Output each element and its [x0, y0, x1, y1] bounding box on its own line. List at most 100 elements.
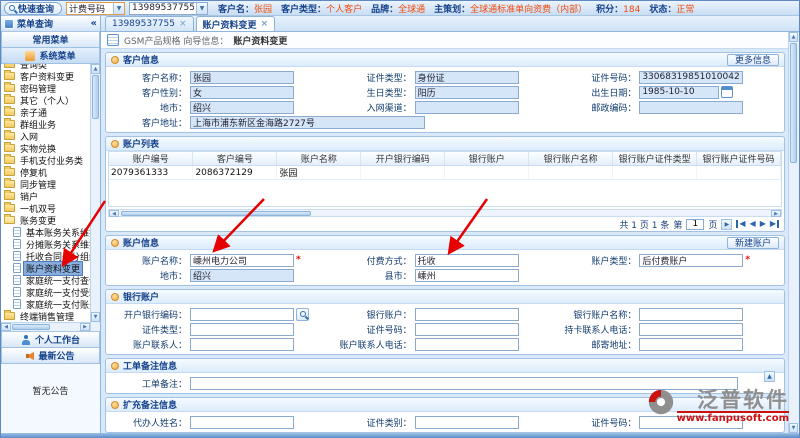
- field-input[interactable]: [414, 85, 519, 99]
- main-vertical-scrollbar[interactable]: ▲ ▼: [788, 32, 799, 433]
- query-number-combo[interactable]: ▼: [129, 1, 209, 15]
- field-input[interactable]: [639, 307, 744, 321]
- tree-item[interactable]: 家庭统一支付账务变更: [1, 298, 90, 311]
- field-input[interactable]: [190, 307, 294, 321]
- tree-item[interactable]: 入网: [1, 130, 90, 143]
- prev-page-icon[interactable]: ◀: [750, 220, 756, 228]
- tree-item[interactable]: 分摊账务关系维护: [1, 238, 90, 251]
- chevron-down-icon[interactable]: ▼: [196, 2, 208, 14]
- field-input[interactable]: [190, 415, 294, 429]
- tree-item[interactable]: 停复机: [1, 166, 90, 179]
- field-input[interactable]: [414, 337, 519, 351]
- new-account-button[interactable]: 新建账户: [726, 236, 779, 249]
- field-input[interactable]: [414, 253, 519, 267]
- tree-item[interactable]: 终端销售管理: [1, 310, 90, 323]
- table-row[interactable]: 2079361333 2086372129 张园: [109, 165, 781, 180]
- scroll-down-icon[interactable]: ▼: [789, 423, 798, 433]
- scroll-left-icon[interactable]: ◀: [109, 210, 119, 217]
- page-go-button[interactable]: ▶: [721, 218, 733, 230]
- tab-close-icon[interactable]: ×: [179, 19, 187, 29]
- field-input[interactable]: [414, 415, 519, 429]
- quick-query-button[interactable]: 快速查询: [4, 1, 63, 15]
- tab[interactable]: 账户资料变更 ×: [195, 16, 276, 31]
- chevron-down-icon[interactable]: ▼: [113, 2, 125, 14]
- tree-item[interactable]: 账户资料变更: [1, 260, 90, 276]
- field-input[interactable]: [190, 100, 294, 114]
- field-input[interactable]: [190, 322, 294, 336]
- next-page-icon[interactable]: ▶: [760, 220, 766, 228]
- field-input[interactable]: [414, 100, 519, 114]
- field-input[interactable]: [190, 268, 294, 282]
- tree-item[interactable]: 同步管理: [1, 178, 90, 191]
- query-type-input[interactable]: [67, 2, 114, 14]
- field-input[interactable]: [190, 337, 294, 351]
- scroll-down-icon[interactable]: ▼: [91, 312, 100, 322]
- scroll-right-icon[interactable]: ▶: [771, 210, 781, 217]
- tree-item[interactable]: 托收合同号分组维护: [1, 250, 90, 263]
- scrollbar-thumb[interactable]: [92, 75, 99, 119]
- scroll-right-icon[interactable]: ▶: [80, 323, 90, 331]
- scrollbar-thumb[interactable]: [12, 324, 50, 330]
- field-input[interactable]: [639, 322, 744, 336]
- table-header-cell[interactable]: 账户编号: [109, 152, 194, 166]
- query-number-input[interactable]: [130, 2, 197, 14]
- first-page-icon[interactable]: ◀: [736, 220, 746, 228]
- page-number-input[interactable]: [686, 218, 705, 230]
- field-input[interactable]: [639, 70, 744, 84]
- tree-item[interactable]: 账务变更: [1, 214, 90, 227]
- query-type-combo[interactable]: ▼: [66, 1, 126, 15]
- field-input[interactable]: [190, 85, 294, 99]
- field-input[interactable]: [414, 307, 519, 321]
- table-header-cell[interactable]: 银行账户名称: [528, 152, 614, 166]
- field-input[interactable]: [639, 337, 744, 351]
- tree-item[interactable]: 密码管理: [1, 82, 90, 95]
- scroll-up-icon[interactable]: ▲: [91, 64, 100, 74]
- field-input[interactable]: [414, 322, 519, 336]
- scroll-top-mini-button[interactable]: ▲: [764, 371, 775, 382]
- table-header-cell[interactable]: 银行账户: [444, 152, 530, 166]
- table-header-cell[interactable]: 银行账户证件号码: [696, 152, 781, 166]
- scrollbar-thumb[interactable]: [790, 43, 797, 163]
- tree-item[interactable]: 一机双号: [1, 202, 90, 215]
- latest-news-button[interactable]: 最新公告: [1, 348, 100, 364]
- tree-item[interactable]: 基本账务关系维护: [1, 226, 90, 239]
- field-input[interactable]: [190, 70, 294, 84]
- scroll-up-icon[interactable]: ▲: [789, 32, 798, 42]
- search-icon[interactable]: [296, 307, 309, 321]
- scrollbar-thumb[interactable]: [121, 211, 311, 216]
- tree-item[interactable]: 客户资料变更: [1, 70, 90, 83]
- field-input[interactable]: [414, 268, 519, 282]
- tree-item[interactable]: 亲子通: [1, 106, 90, 119]
- tree-item[interactable]: 家庭统一支付查询: [1, 274, 90, 287]
- common-menu-button[interactable]: 常用菜单: [1, 32, 100, 48]
- field-input[interactable]: [190, 376, 738, 390]
- tree-item[interactable]: 销户: [1, 190, 90, 203]
- more-info-button[interactable]: 更多信息: [726, 53, 779, 66]
- tree-horizontal-scrollbar[interactable]: ◀ ▶: [1, 322, 90, 331]
- field-input[interactable]: [190, 115, 425, 129]
- personal-workbench-button[interactable]: 个人工作台: [1, 332, 100, 348]
- system-menu-button[interactable]: 系统菜单: [1, 48, 100, 64]
- tree-item[interactable]: 家庭统一支付受理: [1, 286, 90, 299]
- tree-item[interactable]: 群组业务: [1, 118, 90, 131]
- field-input[interactable]: [190, 253, 294, 267]
- table-header-cell[interactable]: 客户编号: [192, 152, 278, 166]
- tab[interactable]: 13989537755 ×: [105, 16, 194, 31]
- scroll-left-icon[interactable]: ◀: [1, 323, 11, 331]
- tab-close-icon[interactable]: ×: [261, 19, 269, 29]
- field-input[interactable]: [639, 253, 744, 267]
- collapse-sidebar-icon[interactable]: «: [91, 18, 97, 28]
- table-header-cell[interactable]: 银行账户证件类型: [612, 152, 698, 166]
- field-input[interactable]: [639, 85, 720, 99]
- tree-item[interactable]: 实物兑换: [1, 142, 90, 155]
- field-input[interactable]: [414, 70, 519, 84]
- tree-item[interactable]: 手机支付业务类: [1, 154, 90, 167]
- field-input[interactable]: [639, 100, 744, 114]
- tree-item[interactable]: 其它（个人）: [1, 94, 90, 107]
- calendar-icon[interactable]: [721, 86, 734, 98]
- table-horizontal-scrollbar[interactable]: ◀ ▶: [108, 209, 782, 217]
- tree-vertical-scrollbar[interactable]: ▲ ▼: [90, 64, 100, 331]
- table-header-cell[interactable]: 开户银行编码: [360, 152, 446, 166]
- last-page-icon[interactable]: ▶: [770, 220, 779, 228]
- table-header-cell[interactable]: 账户名称: [276, 152, 362, 166]
